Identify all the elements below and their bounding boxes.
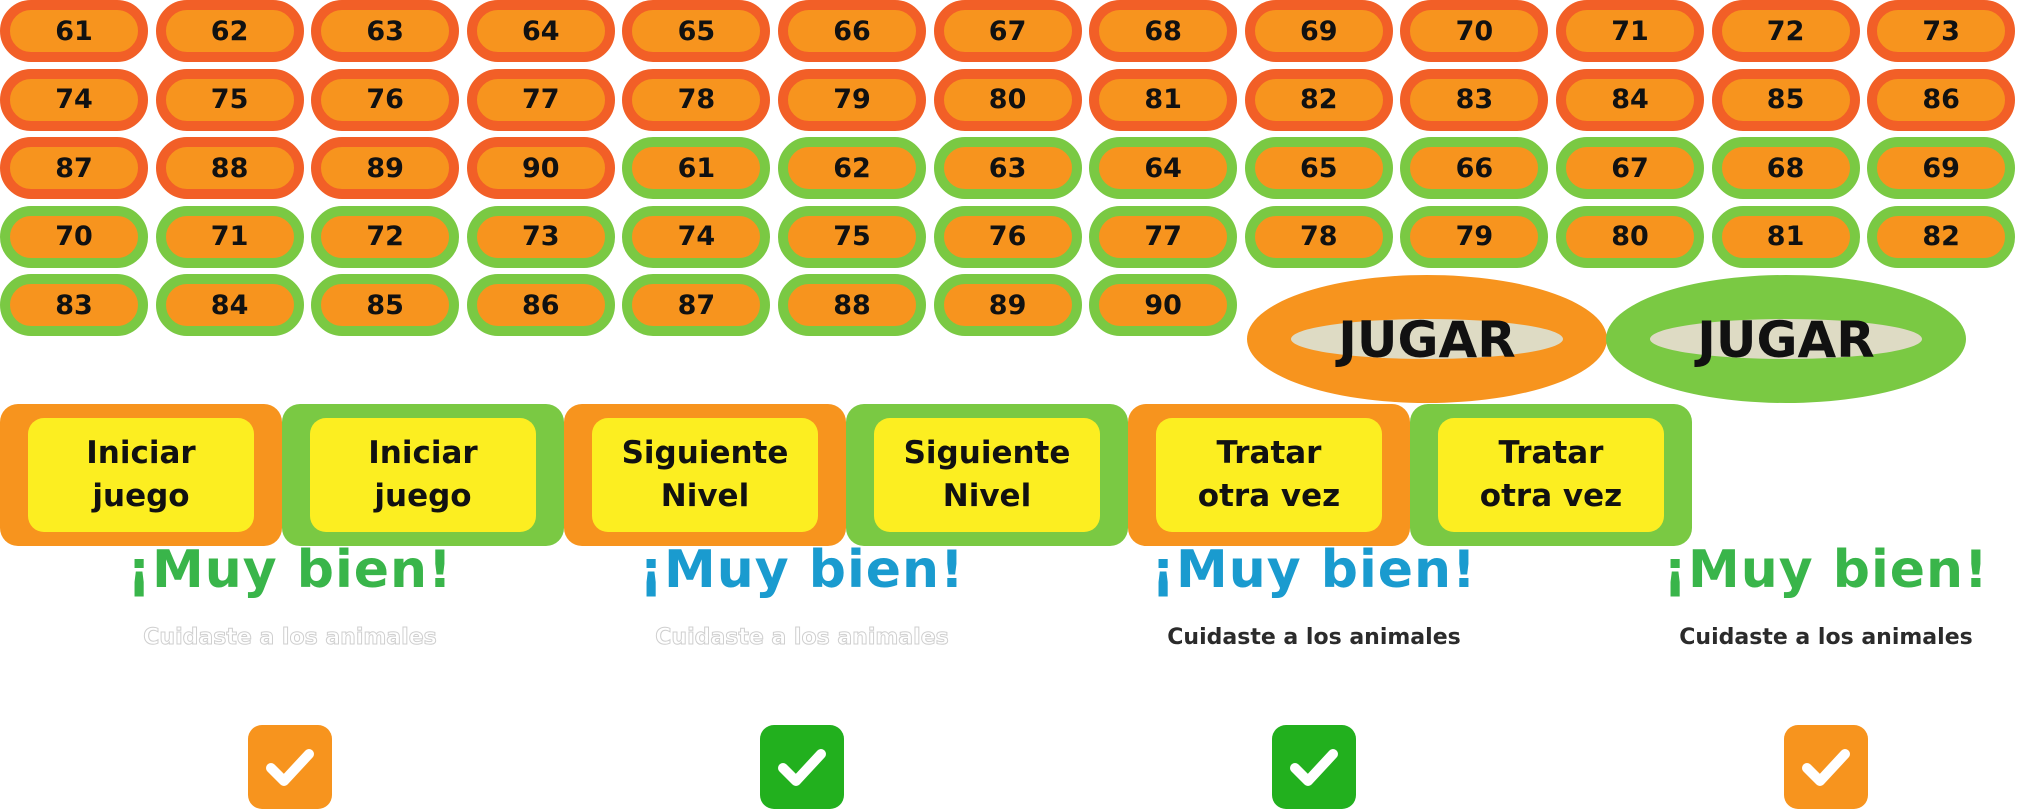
- number-button[interactable]: 82: [1867, 205, 2016, 268]
- number-button[interactable]: 90: [1089, 274, 1238, 336]
- number-button[interactable]: 81: [1711, 205, 1860, 268]
- number-button[interactable]: 67: [1556, 137, 1704, 199]
- number-button[interactable]: 67: [933, 0, 1082, 62]
- number-button[interactable]: 66: [778, 0, 926, 62]
- try-again-button-green[interactable]: Tratar otra vez: [1410, 404, 1692, 546]
- number-button[interactable]: 73: [1867, 0, 2016, 62]
- number-button[interactable]: 82: [1244, 68, 1393, 131]
- action-button-label: Iniciar juego: [28, 418, 254, 532]
- checkmark-badge-green: [760, 725, 844, 809]
- number-button[interactable]: 68: [1711, 137, 1860, 199]
- number-button[interactable]: 69: [1244, 0, 1393, 62]
- checkmark-icon: [778, 749, 826, 786]
- checkmark-badge-orange: [248, 725, 332, 809]
- success-subtitle: Cuidaste a los animales: [1679, 625, 1973, 650]
- number-button[interactable]: 83: [0, 274, 148, 336]
- number-button[interactable]: 77: [466, 68, 615, 131]
- next-level-button-green[interactable]: Siguiente Nivel: [846, 404, 1128, 546]
- number-button[interactable]: 69: [1867, 137, 2016, 199]
- number-button[interactable]: 70: [0, 205, 148, 268]
- success-subtitle: Cuidaste a los animales: [143, 625, 437, 651]
- number-button[interactable]: 76: [311, 68, 460, 131]
- number-button[interactable]: 74: [0, 68, 148, 131]
- number-button[interactable]: 72: [1711, 0, 1860, 62]
- number-button[interactable]: 74: [622, 205, 771, 268]
- number-button[interactable]: 80: [1556, 205, 1704, 268]
- number-button[interactable]: 62: [778, 137, 926, 199]
- number-button[interactable]: 87: [0, 137, 148, 199]
- next-level-button-orange[interactable]: Siguiente Nivel: [564, 404, 846, 546]
- checkmark-icon: [1802, 749, 1850, 786]
- number-button[interactable]: 88: [155, 137, 304, 199]
- number-button[interactable]: 79: [1400, 205, 1549, 268]
- number-button[interactable]: 75: [155, 68, 304, 131]
- action-button-label: Siguiente Nivel: [874, 418, 1100, 532]
- success-subtitle: Cuidaste a los animales: [655, 625, 949, 651]
- number-button[interactable]: 86: [466, 274, 615, 336]
- number-button[interactable]: 71: [155, 205, 304, 268]
- number-button[interactable]: 85: [1711, 68, 1860, 131]
- number-button[interactable]: 78: [622, 68, 771, 131]
- number-button[interactable]: 77: [1089, 205, 1238, 268]
- success-title: ¡Muy bien!: [1663, 540, 1989, 600]
- number-button[interactable]: 81: [1089, 68, 1238, 131]
- success-subtitle: Cuidaste a los animales: [1167, 625, 1461, 650]
- number-button[interactable]: 90: [466, 137, 615, 199]
- number-button[interactable]: 87: [622, 274, 771, 336]
- number-button[interactable]: 73: [466, 205, 615, 268]
- checkmark-icon: [266, 749, 314, 786]
- number-button[interactable]: 76: [933, 205, 1082, 268]
- start-game-button-orange[interactable]: Iniciar juego: [0, 404, 282, 546]
- play-button-label: JUGAR: [1338, 311, 1516, 369]
- number-button[interactable]: 65: [622, 0, 771, 62]
- play-button-orange[interactable]: JUGAR: [1247, 275, 1607, 403]
- checkmark-badge-orange: [1784, 725, 1868, 809]
- number-button[interactable]: 83: [1400, 68, 1549, 131]
- number-button[interactable]: 80: [933, 68, 1082, 131]
- number-button[interactable]: 75: [778, 205, 926, 268]
- number-button[interactable]: 85: [311, 274, 460, 336]
- number-button[interactable]: 88: [778, 274, 926, 336]
- start-game-button-green[interactable]: Iniciar juego: [282, 404, 564, 546]
- action-button-label: Iniciar juego: [310, 418, 536, 532]
- number-button[interactable]: 70: [1400, 0, 1549, 62]
- play-button-green[interactable]: JUGAR: [1606, 275, 1966, 403]
- number-button[interactable]: 84: [155, 274, 304, 336]
- success-title: ¡Muy bien!: [127, 540, 453, 600]
- number-button[interactable]: 64: [466, 0, 615, 62]
- success-title: ¡Muy bien!: [639, 540, 965, 600]
- number-button[interactable]: 64: [1089, 137, 1238, 199]
- number-button[interactable]: 71: [1556, 0, 1704, 62]
- number-button[interactable]: 79: [778, 68, 926, 131]
- number-button[interactable]: 89: [933, 274, 1082, 336]
- checkmark-badge-green: [1272, 725, 1356, 809]
- try-again-button-orange[interactable]: Tratar otra vez: [1128, 404, 1410, 546]
- number-button[interactable]: 78: [1244, 205, 1393, 268]
- play-button-label: JUGAR: [1697, 311, 1875, 369]
- number-button[interactable]: 84: [1556, 68, 1704, 131]
- action-button-label: Tratar otra vez: [1156, 418, 1382, 532]
- number-button[interactable]: 63: [311, 0, 460, 62]
- number-button[interactable]: 72: [311, 205, 460, 268]
- number-button[interactable]: 66: [1400, 137, 1549, 199]
- number-button[interactable]: 62: [155, 0, 304, 62]
- action-button-label: Tratar otra vez: [1438, 418, 1664, 532]
- number-button[interactable]: 65: [1244, 137, 1393, 199]
- checkmark-icon: [1290, 749, 1338, 786]
- number-button[interactable]: 61: [0, 0, 148, 62]
- number-button[interactable]: 63: [933, 137, 1082, 199]
- number-button[interactable]: 61: [622, 137, 771, 199]
- number-button[interactable]: 86: [1867, 68, 2016, 131]
- action-button-label: Siguiente Nivel: [592, 418, 818, 532]
- number-button[interactable]: 89: [311, 137, 460, 199]
- success-title: ¡Muy bien!: [1151, 540, 1477, 600]
- number-button[interactable]: 68: [1089, 0, 1238, 62]
